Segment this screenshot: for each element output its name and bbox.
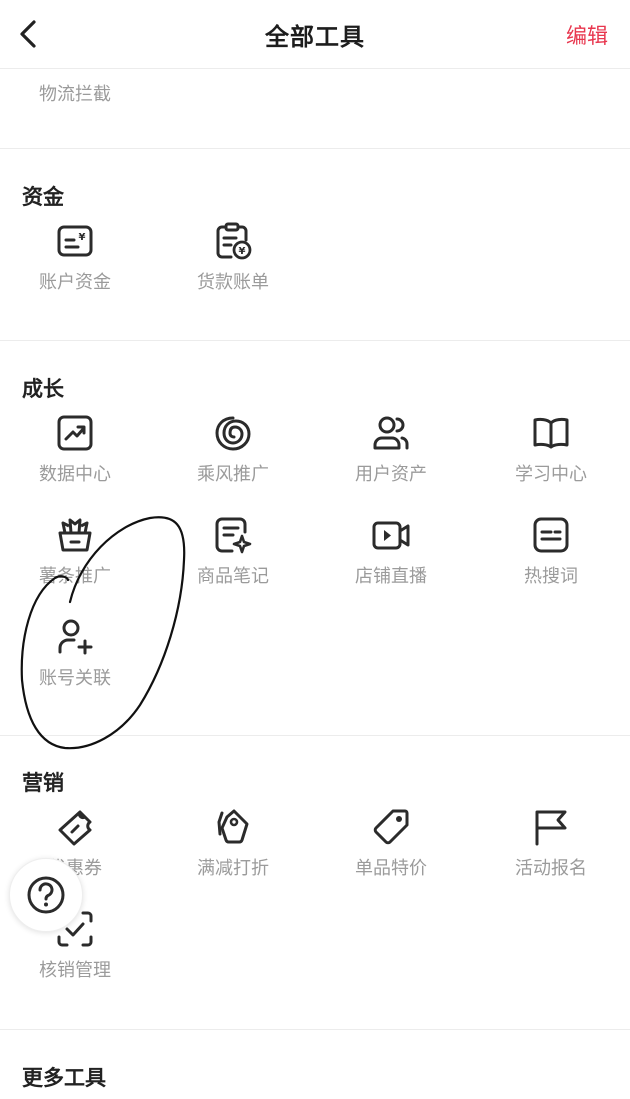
tool-label: 乘风推广 bbox=[197, 464, 269, 485]
price-tag-icon bbox=[373, 809, 409, 845]
section-divider bbox=[0, 148, 630, 149]
section-title-marketing: 营销 bbox=[22, 771, 64, 795]
tool-discount[interactable]: 满减打折 bbox=[158, 808, 308, 898]
discount-tag-icon bbox=[217, 809, 249, 844]
page-title: 全部工具 bbox=[265, 23, 365, 51]
tool-store-live[interactable]: 店铺直播 bbox=[316, 516, 466, 606]
tool-label: 薯条推广 bbox=[39, 566, 111, 587]
hot-search-icon bbox=[533, 517, 569, 553]
tool-label: 店铺直播 bbox=[355, 566, 427, 587]
help-button[interactable] bbox=[9, 858, 83, 932]
book-icon bbox=[533, 417, 569, 449]
tool-data-center[interactable]: 数据中心 bbox=[0, 414, 150, 504]
tool-wind-promotion[interactable]: 乘风推广 bbox=[158, 414, 308, 504]
tool-event-signup[interactable]: 活动报名 bbox=[476, 808, 626, 898]
account-funds-icon: ¥ bbox=[57, 225, 93, 257]
tool-account-link[interactable]: 账号关联 bbox=[0, 618, 150, 708]
section-divider bbox=[0, 735, 630, 736]
wind-spiral-icon bbox=[215, 416, 251, 451]
tool-label: 活动报名 bbox=[515, 858, 587, 879]
all-tools-page: 全部工具 编辑 物流拦截 资金 ¥ 账户资金 ¥ 货款账单 成长 数据中心 乘风… bbox=[0, 0, 630, 1099]
section-title-more-tools: 更多工具 bbox=[22, 1066, 106, 1090]
flag-icon bbox=[535, 810, 567, 846]
tool-label: 货款账单 bbox=[197, 272, 269, 293]
video-camera-icon bbox=[372, 521, 410, 550]
svg-text:¥: ¥ bbox=[79, 232, 86, 243]
svg-text:¥: ¥ bbox=[239, 246, 246, 257]
tool-label: 商品笔记 bbox=[197, 566, 269, 587]
tool-special-price[interactable]: 单品特价 bbox=[316, 808, 466, 898]
section-title-funds: 资金 bbox=[22, 185, 64, 209]
fries-icon bbox=[58, 518, 92, 552]
tool-label: 热搜词 bbox=[524, 566, 578, 587]
tool-label: 用户资产 bbox=[355, 464, 427, 485]
coupon-icon bbox=[58, 810, 92, 846]
tool-product-notes[interactable]: 商品笔记 bbox=[158, 516, 308, 606]
tool-logistics-intercept[interactable]: 物流拦截 bbox=[20, 80, 130, 106]
tool-label: 账号关联 bbox=[39, 668, 111, 689]
payment-bill-icon: ¥ bbox=[216, 222, 252, 260]
note-sparkle-icon bbox=[215, 517, 252, 554]
tool-user-assets[interactable]: 用户资产 bbox=[316, 414, 466, 504]
section-divider bbox=[0, 1029, 630, 1030]
tool-account-funds[interactable]: ¥ 账户资金 bbox=[0, 222, 150, 312]
tool-label: 满减打折 bbox=[197, 858, 269, 879]
question-icon bbox=[27, 876, 65, 914]
users-icon bbox=[373, 416, 409, 450]
tool-fries-promotion[interactable]: 薯条推广 bbox=[0, 516, 150, 606]
chart-trend-icon bbox=[57, 415, 93, 451]
edit-button[interactable]: 编辑 bbox=[566, 20, 608, 50]
tool-label: 单品特价 bbox=[355, 858, 427, 879]
add-user-icon bbox=[58, 619, 93, 655]
section-divider bbox=[0, 340, 630, 341]
tool-label: 核销管理 bbox=[39, 960, 111, 981]
tool-payment-bill[interactable]: ¥ 货款账单 bbox=[158, 222, 308, 312]
tool-hot-search[interactable]: 热搜词 bbox=[476, 516, 626, 606]
tool-label: 数据中心 bbox=[39, 464, 111, 485]
tool-label: 学习中心 bbox=[515, 464, 587, 485]
tool-label: 账户资金 bbox=[39, 272, 111, 293]
section-title-growth: 成长 bbox=[22, 377, 64, 401]
tool-learning-center[interactable]: 学习中心 bbox=[476, 414, 626, 504]
header-bar: 全部工具 编辑 bbox=[0, 0, 630, 69]
